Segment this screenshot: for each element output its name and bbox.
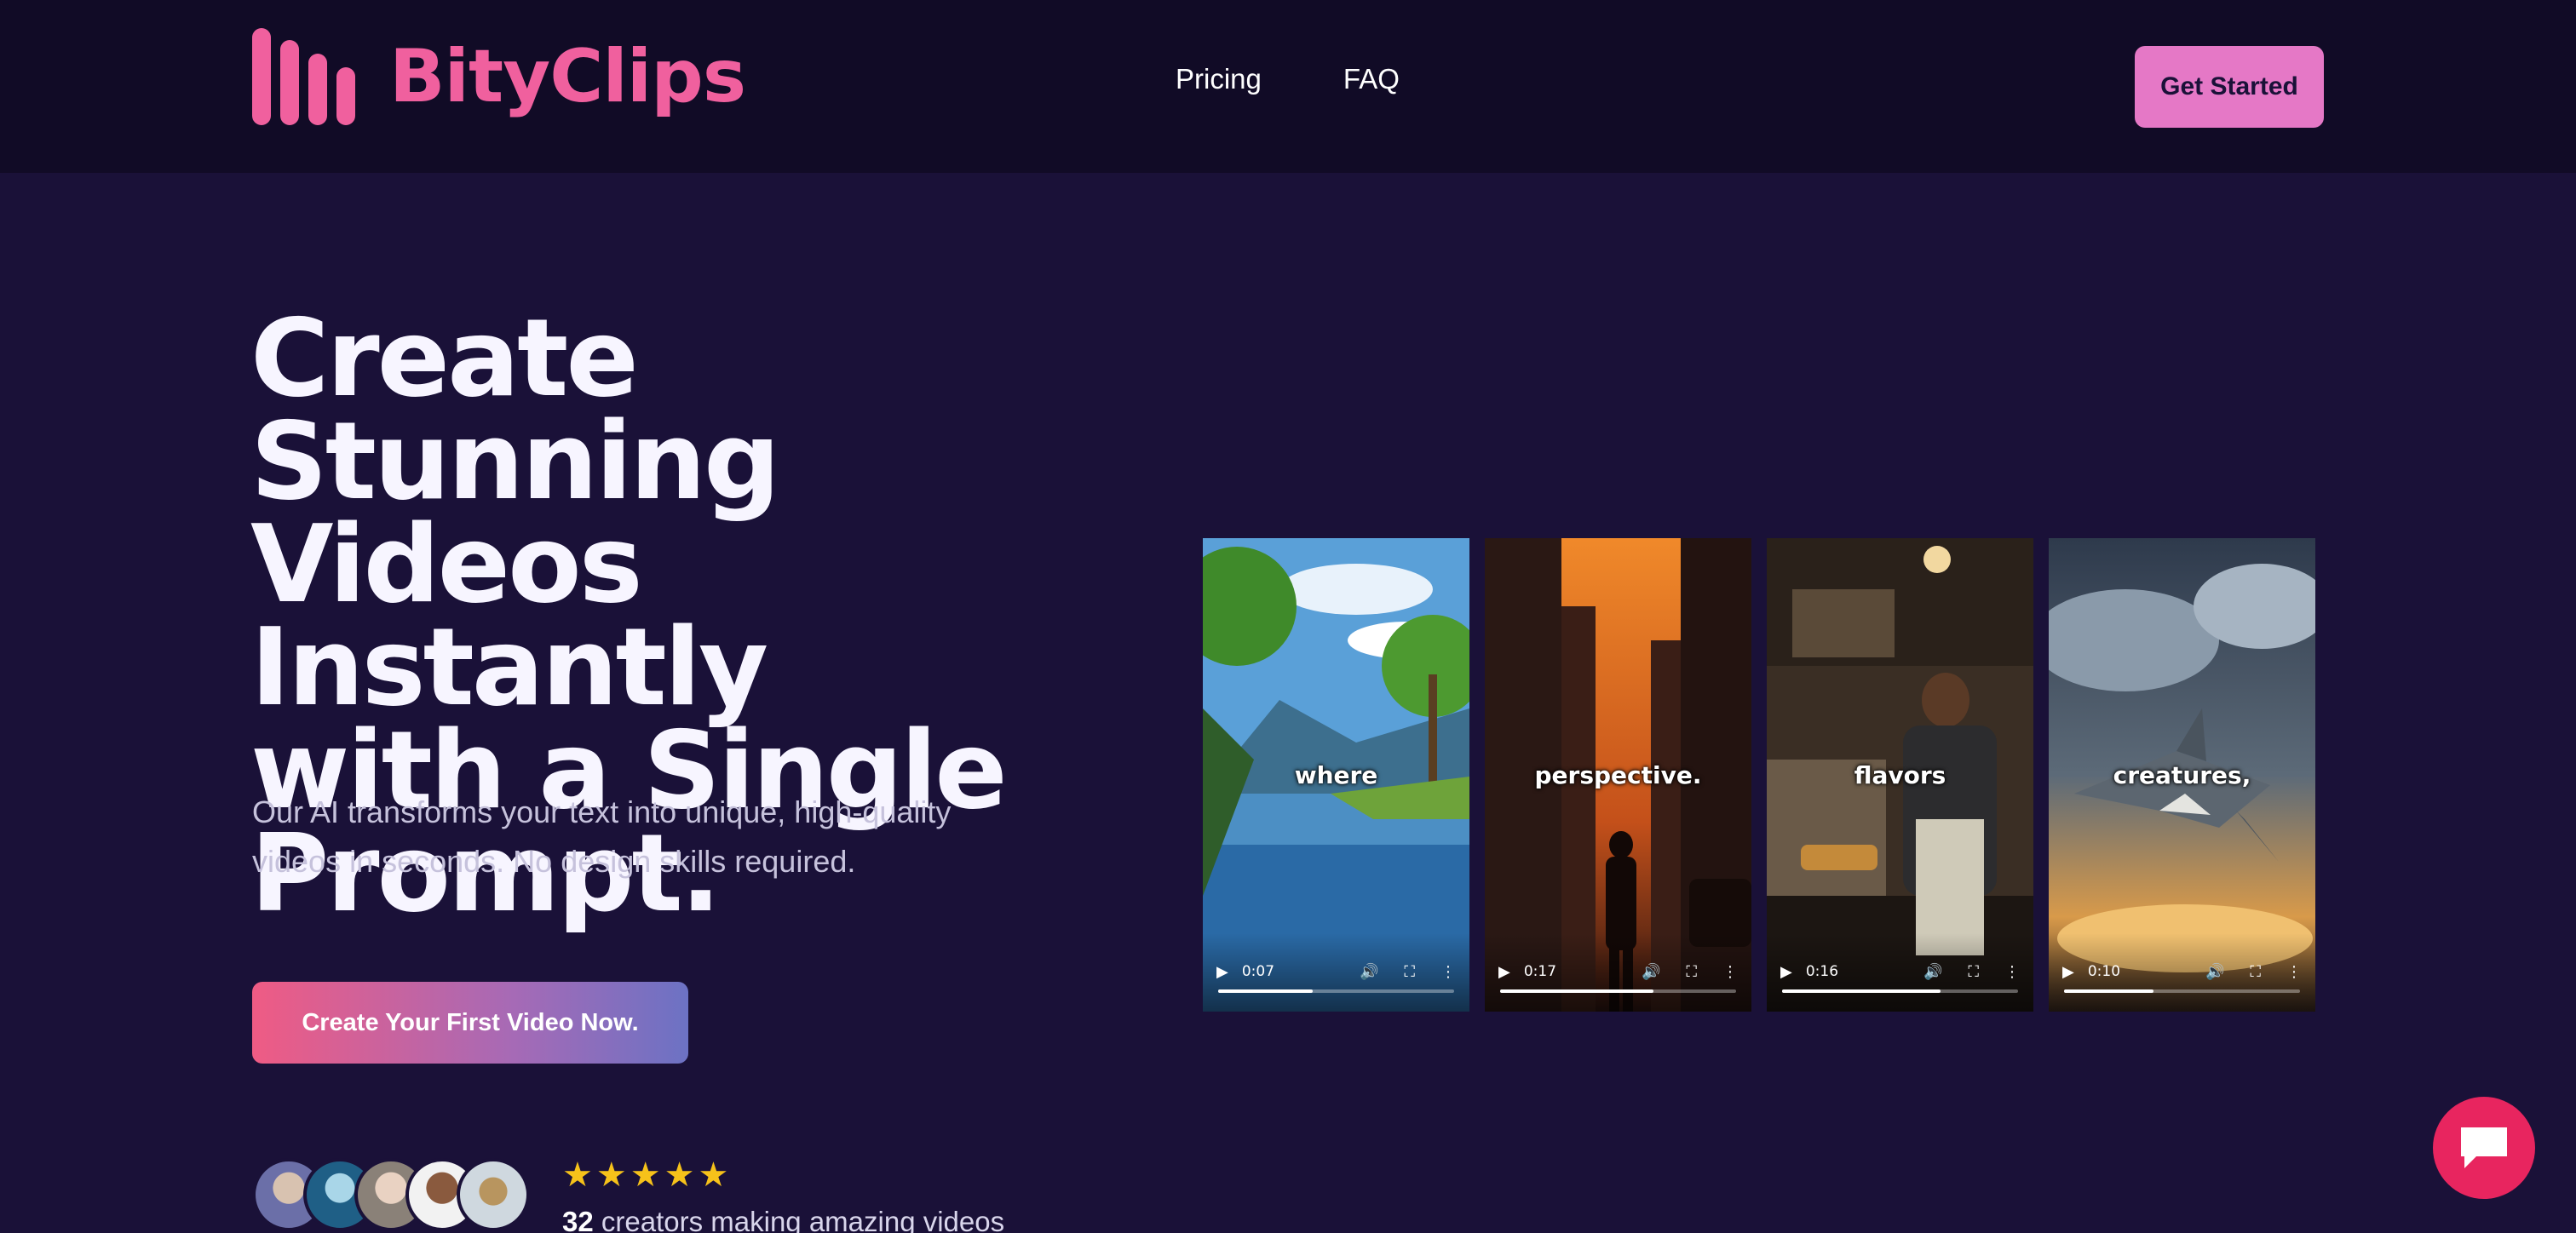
creator-avatars [252,1158,530,1231]
video-caption: flavors [1854,761,1946,789]
video-progress-bar[interactable] [2064,989,2300,993]
more-vertical-icon[interactable]: ⋮ [1722,963,1738,981]
volume-icon[interactable]: 🔊 [2205,963,2224,981]
nav-link-pricing[interactable]: Pricing [1176,63,1262,95]
headline-line: Create Stunning [250,295,780,524]
fullscreen-icon[interactable]: ⛶ [1968,963,1979,981]
create-first-video-button[interactable]: Create Your First Video Now. [252,982,688,1064]
social-proof: ★ ★ ★ ★ ★ 32 creators making amazing vid… [252,1158,1004,1233]
play-icon[interactable]: ▶ [2062,963,2074,981]
more-vertical-icon[interactable]: ⋮ [2286,963,2302,981]
subtext-line: videos in seconds. No design skills requ… [252,844,856,879]
play-icon[interactable]: ▶ [1216,963,1228,981]
video-player[interactable]: where ▶ 0:07 🔊 ⛶ ⋮ [1203,538,1469,1012]
play-icon[interactable]: ▶ [1498,963,1510,981]
progress-fill [2064,989,2154,993]
volume-icon[interactable]: 🔊 [1923,963,1942,981]
creators-count: 32 [562,1206,594,1233]
chat-bubble-icon [2461,1127,2507,1168]
video-caption: where [1294,761,1378,789]
video-time: 0:07 [1241,963,1275,980]
more-vertical-icon[interactable]: ⋮ [1440,963,1456,981]
site-header: BityClips Pricing FAQ Get Started [0,0,2576,173]
video-player[interactable]: creatures, ▶ 0:10 🔊 ⛶ ⋮ [2049,538,2315,1012]
rating: ★ ★ ★ ★ ★ 32 creators making amazing vid… [562,1158,1004,1233]
video-progress-bar[interactable] [1782,989,2018,993]
main-nav: Pricing FAQ [1176,63,1400,95]
volume-icon[interactable]: 🔊 [1642,963,1660,981]
star-icon: ★ [630,1156,661,1194]
subtext-line: Our AI transforms your text into unique,… [252,794,952,829]
video-caption: creatures, [2113,761,2251,789]
volume-icon[interactable]: 🔊 [1360,963,1378,981]
video-time: 0:10 [2087,963,2121,980]
fullscreen-icon[interactable]: ⛶ [1404,963,1415,981]
video-progress-bar[interactable] [1218,989,1454,993]
progress-fill [1500,989,1654,993]
get-started-button[interactable]: Get Started [2135,46,2324,128]
creators-label: creators making amazing videos [601,1206,1005,1233]
video-controls: ▶ 0:17 🔊 ⛶ ⋮ [1485,933,1751,1012]
progress-fill [1218,989,1313,993]
video-progress-bar[interactable] [1500,989,1736,993]
star-icon: ★ [595,1156,627,1194]
hero-subtext: Our AI transforms your text into unique,… [252,788,1070,886]
video-controls: ▶ 0:16 🔊 ⛶ ⋮ [1767,933,2033,1012]
play-icon[interactable]: ▶ [1780,963,1792,981]
star-icon: ★ [698,1156,729,1194]
rating-stars: ★ ★ ★ ★ ★ [562,1158,1004,1192]
video-time: 0:17 [1523,963,1557,980]
more-vertical-icon[interactable]: ⋮ [2004,963,2020,981]
video-controls: ▶ 0:10 🔊 ⛶ ⋮ [2049,933,2315,1012]
chat-button[interactable] [2433,1097,2535,1199]
video-player[interactable]: perspective. ▶ 0:17 🔊 ⛶ ⋮ [1485,538,1751,1012]
star-icon: ★ [562,1156,593,1194]
creators-count-text: 32 creators making amazing videos [562,1206,1004,1233]
nav-link-faq[interactable]: FAQ [1343,63,1400,95]
headline-line: Videos Instantly [250,502,768,730]
video-gallery: where ▶ 0:07 🔊 ⛶ ⋮ perspective. ▶ 0:17 🔊… [1203,538,2315,1012]
video-time: 0:16 [1805,963,1839,980]
star-icon: ★ [664,1156,695,1194]
brand-name: BityClips [389,34,746,119]
bars-logo-icon [252,28,355,125]
video-caption: perspective. [1534,761,1702,789]
video-controls: ▶ 0:07 🔊 ⛶ ⋮ [1203,933,1469,1012]
brand-logo[interactable]: BityClips [252,26,746,128]
fullscreen-icon[interactable]: ⛶ [2250,963,2261,981]
avatar [457,1158,530,1231]
progress-fill [1782,989,1941,993]
video-player[interactable]: flavors ▶ 0:16 🔊 ⛶ ⋮ [1767,538,2033,1012]
fullscreen-icon[interactable]: ⛶ [1686,963,1697,981]
